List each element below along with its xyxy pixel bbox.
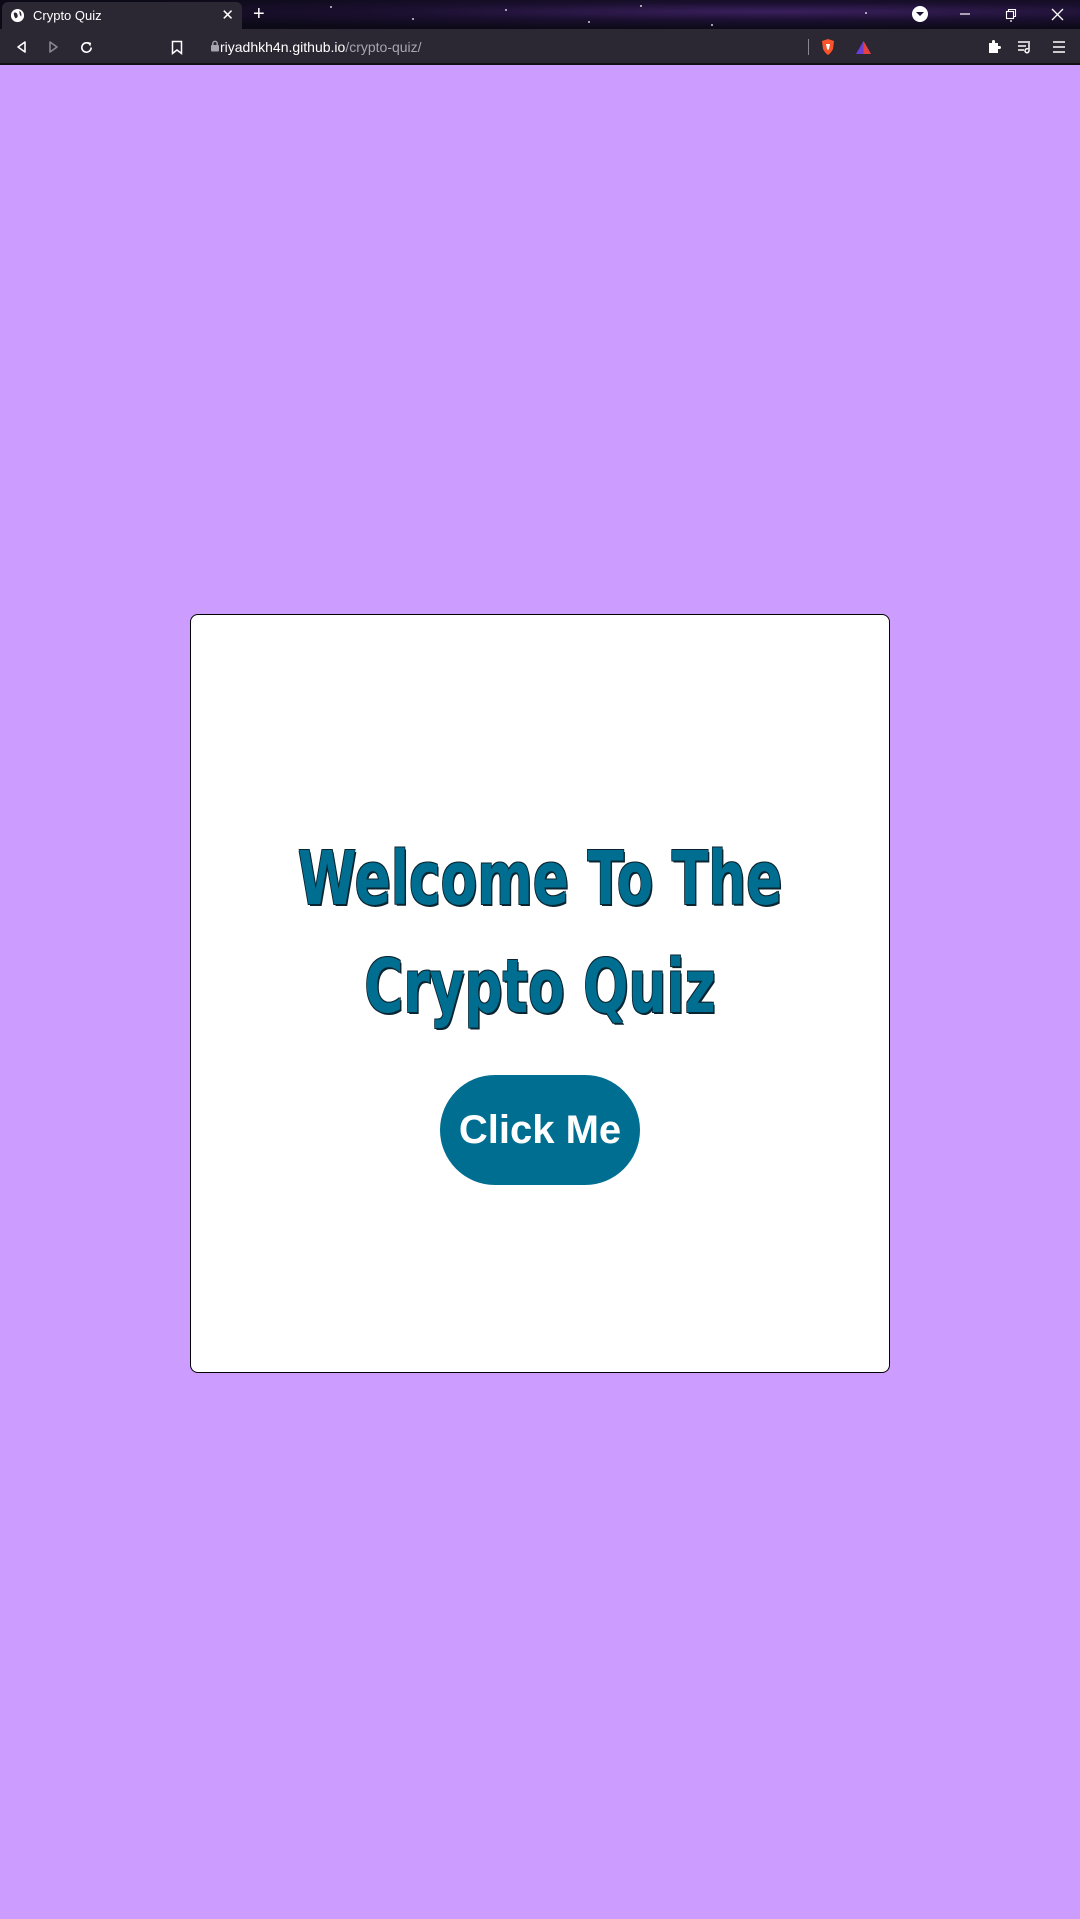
address-bar[interactable]: riyadhkh4n.github.io/crypto-quiz/ — [196, 33, 880, 60]
tab-close-icon[interactable]: ✕ — [221, 8, 234, 23]
welcome-card: Welcome To The Crypto Quiz Click Me — [190, 614, 890, 1373]
browser-toolbar: riyadhkh4n.github.io/crypto-quiz/ — [0, 29, 1080, 65]
globe-icon — [10, 8, 25, 23]
restore-icon[interactable] — [1001, 4, 1021, 24]
tab-title: Crypto Quiz — [33, 8, 102, 23]
bookmark-icon[interactable] — [167, 37, 187, 57]
browser-tab-strip: Crypto Quiz ✕ + — [0, 0, 1080, 29]
menu-icon[interactable] — [1049, 37, 1069, 57]
brave-rewards-icon[interactable] — [853, 37, 873, 57]
url-path: /crypto-quiz/ — [345, 38, 422, 55]
brave-shield-icon[interactable] — [818, 37, 838, 57]
star-decoration — [711, 24, 713, 26]
star-decoration — [640, 5, 642, 7]
extensions-icon[interactable] — [984, 37, 1004, 57]
profile-dropdown-icon[interactable] — [910, 4, 930, 24]
welcome-heading: Welcome To The Crypto Quiz — [297, 836, 783, 1030]
browser-tab[interactable]: Crypto Quiz ✕ — [2, 2, 242, 29]
star-decoration — [330, 6, 332, 8]
reload-icon[interactable] — [76, 37, 96, 57]
minimize-icon[interactable] — [955, 4, 975, 24]
address-bar-divider — [808, 39, 809, 55]
new-tab-button[interactable]: + — [253, 4, 265, 24]
star-decoration — [412, 18, 414, 20]
star-decoration — [865, 12, 867, 14]
reading-list-icon[interactable] — [1015, 37, 1035, 57]
click-me-button[interactable]: Click Me — [440, 1075, 640, 1185]
lock-icon — [211, 40, 219, 52]
back-icon[interactable] — [12, 37, 32, 57]
star-decoration — [505, 9, 507, 11]
star-decoration — [588, 21, 590, 23]
close-window-icon[interactable] — [1047, 4, 1067, 24]
forward-icon[interactable] — [43, 37, 63, 57]
url-host: riyadhkh4n.github.io — [220, 38, 346, 55]
